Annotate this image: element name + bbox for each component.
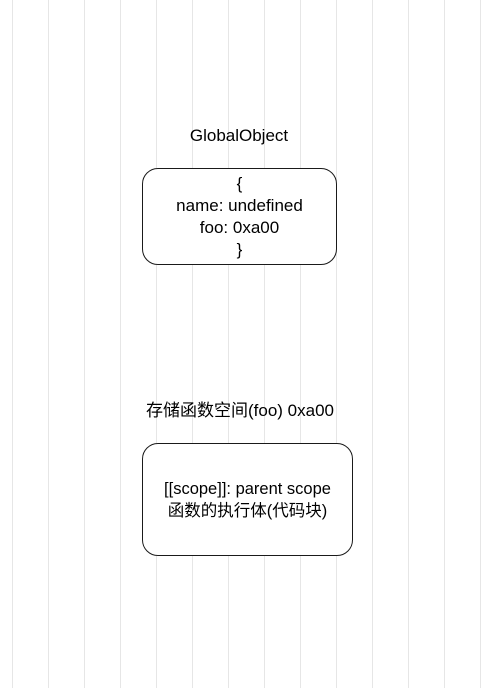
- global-object-title: GlobalObject: [189, 126, 289, 145]
- global-object-open-brace: {: [236, 173, 243, 193]
- foo-storage-box: [[scope]]: parent scope 函数的执行体(代码块): [142, 443, 353, 556]
- global-object-box: { name: undefined foo: 0xa00 }: [142, 168, 337, 265]
- diagram-canvas: GlobalObject { name: undefined foo: 0xa0…: [0, 0, 492, 688]
- foo-storage-scope-line: [[scope]]: parent scope: [164, 479, 331, 498]
- global-object-foo-property: foo: 0xa00: [199, 217, 280, 237]
- foo-storage-title: 存储函数空间(foo) 0xa00: [146, 401, 334, 420]
- global-object-close-brace: }: [236, 239, 243, 259]
- foo-storage-body-line: 函数的执行体(代码块): [167, 501, 328, 520]
- global-object-name-property: name: undefined: [176, 195, 303, 215]
